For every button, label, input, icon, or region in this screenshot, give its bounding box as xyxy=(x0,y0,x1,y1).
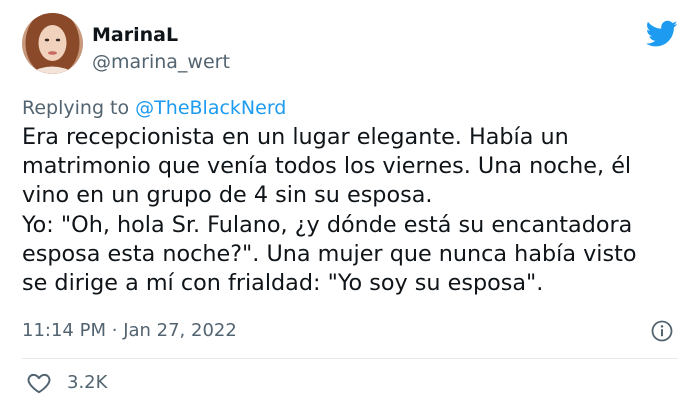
replying-to: Replying to @TheBlackNerd xyxy=(22,96,286,120)
tweet-text-line: vino en un grupo de 4 sin su esposa. xyxy=(22,182,433,209)
tweet-text-line: matrimonio que venía todos los viernes. … xyxy=(22,153,632,180)
tweet-timestamp[interactable]: 11:14 PM · Jan 27, 2022 xyxy=(22,319,237,343)
meta-separator: · xyxy=(111,320,118,341)
avatar-photo-icon xyxy=(22,13,83,74)
twitter-bird-icon[interactable] xyxy=(646,20,678,48)
like-count: 3.2K xyxy=(67,372,108,393)
like-button[interactable]: 3.2K xyxy=(22,369,107,397)
tweet-text: Era recepcionista en un lugar elegante. … xyxy=(22,123,682,298)
tweet-time: 11:14 PM xyxy=(22,320,106,341)
divider xyxy=(22,358,678,359)
replying-to-mention[interactable]: @TheBlackNerd xyxy=(135,97,286,119)
tweet-text-line: esposa esta noche?". Una mujer que nunca… xyxy=(22,240,637,267)
info-icon[interactable] xyxy=(650,319,674,343)
tweet-date: Jan 27, 2022 xyxy=(123,320,237,341)
author-display-name[interactable]: MarinaL xyxy=(92,23,178,47)
heart-icon[interactable] xyxy=(26,370,52,396)
replying-to-prefix: Replying to xyxy=(22,97,130,119)
tweet-text-line: Era recepcionista en un lugar elegante. … xyxy=(22,124,569,150)
tweet-card: MarinaL @marina_wert Replying to @TheBla… xyxy=(0,0,700,410)
avatar[interactable] xyxy=(22,13,83,74)
author-handle[interactable]: @marina_wert xyxy=(92,50,230,74)
tweet-text-line: Yo: "Oh, hola Sr. Fulano, ¿y dónde está … xyxy=(22,211,633,238)
tweet-text-line: se dirige a mí con frialdad: "Yo soy su … xyxy=(22,270,544,297)
